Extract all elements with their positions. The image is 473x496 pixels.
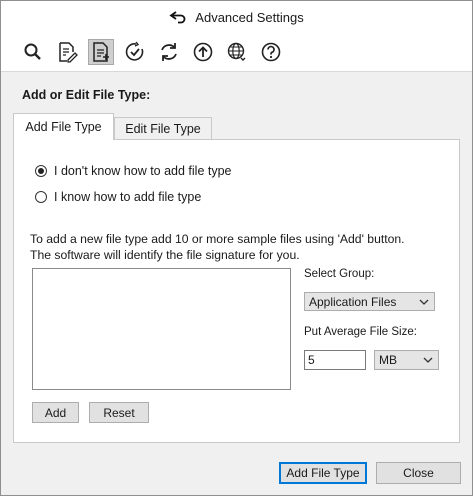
option-know[interactable]: I know how to add file type — [35, 190, 201, 204]
chevron-down-icon — [423, 357, 433, 363]
file-size-value: 5 — [308, 353, 315, 367]
section-label: Add or Edit File Type: — [22, 88, 151, 102]
average-size-label: Put Average File Size: — [304, 326, 417, 338]
globe-settings-icon[interactable] — [224, 39, 250, 65]
file-type-icon[interactable] — [88, 39, 114, 65]
option-know-label: I know how to add file type — [54, 190, 202, 204]
toolbar — [1, 33, 472, 72]
option-dont-know-label: I don't know how to add file type — [54, 164, 232, 178]
size-unit-value: MB — [379, 353, 397, 367]
file-size-input[interactable]: 5 — [304, 350, 366, 370]
window-title: Advanced Settings — [195, 9, 304, 25]
option-dont-know[interactable]: I don't know how to add file type — [35, 164, 232, 178]
reset-button[interactable]: Reset — [89, 402, 149, 423]
add-file-type-panel: I don't know how to add file type I know… — [13, 139, 460, 443]
radio-selected[interactable] — [35, 165, 47, 177]
upload-icon[interactable] — [190, 39, 216, 65]
search-icon[interactable] — [20, 39, 46, 65]
chevron-down-icon — [419, 299, 429, 305]
add-file-type-button[interactable]: Add File Type — [279, 462, 367, 484]
group-select[interactable]: Application Files — [304, 292, 435, 311]
tab-add-file-type[interactable]: Add File Type — [13, 113, 114, 140]
add-sample-button[interactable]: Add — [32, 402, 79, 423]
radio-unselected[interactable] — [35, 191, 47, 203]
close-button[interactable]: Close — [376, 462, 461, 484]
size-unit-select[interactable]: MB — [374, 350, 439, 370]
sample-files-list[interactable] — [32, 268, 291, 390]
select-group-label: Select Group: — [304, 268, 375, 280]
back-arrow-icon — [169, 10, 187, 24]
group-select-value: Application Files — [309, 294, 397, 309]
refresh-icon[interactable] — [156, 39, 182, 65]
description-text: To add a new file type add 10 or more sa… — [30, 232, 405, 262]
advanced-settings-window: Advanced Settings Add or Edit File Type:… — [0, 0, 473, 496]
file-edit-icon[interactable] — [54, 39, 80, 65]
help-icon[interactable] — [258, 39, 284, 65]
tab-edit-file-type[interactable]: Edit File Type — [114, 117, 212, 140]
title-bar: Advanced Settings — [1, 1, 472, 33]
clock-check-icon[interactable] — [122, 39, 148, 65]
